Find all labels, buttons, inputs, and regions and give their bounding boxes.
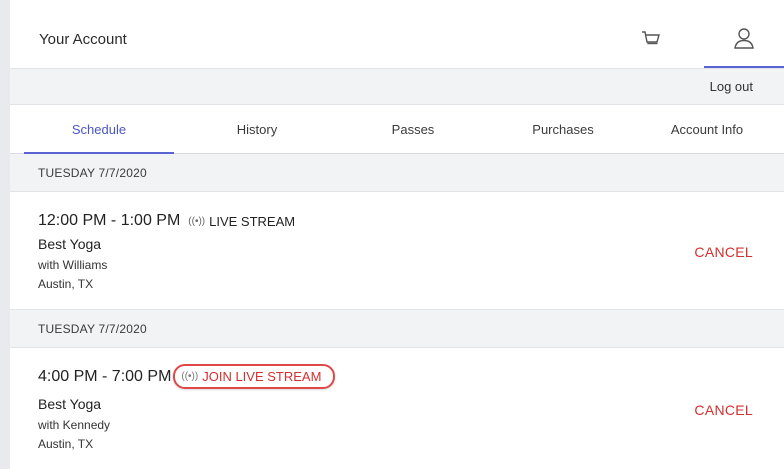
booking-row: 12:00 PM - 1:00 PM ((•)) LIVE STREAM Bes… xyxy=(10,192,784,310)
cart-icon[interactable] xyxy=(640,28,662,50)
tab-purchases[interactable]: Purchases xyxy=(488,105,638,154)
tab-history[interactable]: History xyxy=(182,105,332,154)
account-tabs: Schedule History Passes Purchases Accoun… xyxy=(10,104,784,154)
top-bar: Your Account xyxy=(10,12,784,68)
day-header: TUESDAY 7/7/2020 xyxy=(10,310,784,348)
booking-time: 4:00 PM - 7:00 PM xyxy=(38,367,172,385)
page-title: Your Account xyxy=(39,31,127,48)
logout-link[interactable]: Log out xyxy=(710,79,753,94)
cancel-button[interactable]: CANCEL xyxy=(694,402,753,418)
tab-label: Passes xyxy=(391,122,435,137)
live-stream-icon: ((•)) xyxy=(188,215,206,227)
user-icon[interactable] xyxy=(732,26,756,52)
booking-time: 12:00 PM - 1:00 PM xyxy=(38,212,181,229)
tab-label: Account Info xyxy=(670,122,744,137)
tab-label: Schedule xyxy=(71,122,127,137)
left-gutter xyxy=(0,0,10,469)
tab-label: History xyxy=(236,122,278,137)
tab-account-info[interactable]: Account Info xyxy=(632,105,782,154)
class-location: Austin, TX xyxy=(38,437,94,451)
booking-time-line: 12:00 PM - 1:00 PM ((•)) LIVE STREAM xyxy=(38,212,295,230)
class-name: Best Yoga xyxy=(38,236,102,252)
join-live-stream-button[interactable]: ((•)) JOIN LIVE STREAM xyxy=(173,364,336,389)
instructor-name: with Kennedy xyxy=(38,418,111,432)
tab-schedule[interactable]: Schedule xyxy=(24,105,174,154)
account-page: Your Account Log out Schedule History Pa… xyxy=(10,0,784,469)
join-live-stream-label: JOIN LIVE STREAM xyxy=(202,369,322,384)
instructor-name: with Williams xyxy=(38,258,108,272)
booking-time-line: 4:00 PM - 7:00 PM ((•)) JOIN LIVE STREAM xyxy=(38,364,336,389)
day-header-date: TUESDAY 7/7/2020 xyxy=(38,166,147,180)
tab-passes[interactable]: Passes xyxy=(338,105,488,154)
class-name: Best Yoga xyxy=(38,396,102,412)
live-stream-label: LIVE STREAM xyxy=(209,213,296,229)
day-header: TUESDAY 7/7/2020 xyxy=(10,154,784,192)
cancel-button[interactable]: CANCEL xyxy=(694,244,753,260)
day-header-date: TUESDAY 7/7/2020 xyxy=(38,322,147,336)
live-stream-icon: ((•)) xyxy=(181,371,199,382)
class-location: Austin, TX xyxy=(38,277,94,291)
tab-label: Purchases xyxy=(532,122,594,137)
booking-row: 4:00 PM - 7:00 PM ((•)) JOIN LIVE STREAM… xyxy=(10,348,784,469)
logout-bar: Log out xyxy=(10,68,784,104)
